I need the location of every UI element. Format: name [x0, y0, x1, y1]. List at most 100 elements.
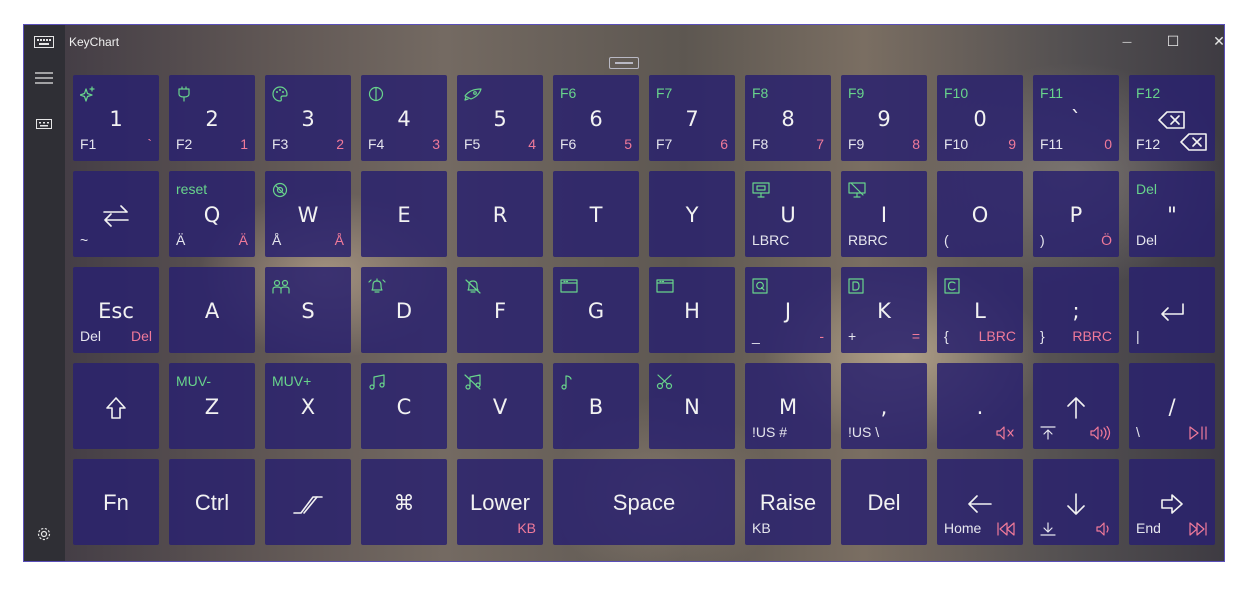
settings-gear-icon[interactable] [34, 525, 54, 543]
key-main-label: G [587, 299, 605, 323]
key-r5c12-arrow-right-icon[interactable]: End [1129, 459, 1215, 545]
key-r3c12-enter-icon[interactable]: | [1129, 267, 1215, 353]
key-r5c11-arrow-down-icon[interactable] [1033, 459, 1119, 545]
key-r1c7-7[interactable]: 7 F7 F7 6 [649, 75, 735, 161]
key-alt-label: - [819, 328, 824, 344]
key-r3c5-f[interactable]: F [457, 267, 543, 353]
key-main-label: 9 [877, 107, 891, 131]
key-bottom-label: F3 [272, 136, 289, 152]
key-r3c3-s[interactable]: S [265, 267, 351, 353]
key-r2c3-w[interactable]: WÅ Å [265, 171, 351, 257]
key-main-label: V [492, 395, 508, 419]
key-r2c7-y[interactable]: Y [649, 171, 735, 257]
key-r5c3-step-icon[interactable] [265, 459, 351, 545]
key-r2c6-t[interactable]: T [553, 171, 639, 257]
key-r4c2-z[interactable]: Z MUV- [169, 363, 255, 449]
key-r3c11-sym[interactable]: ;} RBRC [1033, 267, 1119, 353]
key-r4c12-sym[interactable]: / \ [1129, 363, 1215, 449]
key-r3c2-a[interactable]: A [169, 267, 255, 353]
key-r5c2-ctrl[interactable]: Ctrl [169, 459, 255, 545]
key-r1c1-1[interactable]: 1 F1 ` [73, 75, 159, 161]
key-r4c11-arrow-up-icon[interactable] [1033, 363, 1119, 449]
minimize-button[interactable]: — [1104, 25, 1150, 59]
keyboard-icon[interactable] [34, 35, 54, 49]
key-r3c10-l[interactable]: L {LBRC [937, 267, 1023, 353]
swap-arrows-icon [73, 203, 159, 227]
key-r2c11-p[interactable]: P) Ö [1033, 171, 1119, 257]
key-main-label: / [1168, 395, 1176, 419]
scissors-icon [656, 373, 674, 390]
key-r5c6-space[interactable]: Space [553, 459, 735, 545]
key-main-label: M [778, 395, 798, 419]
key-main-label: Space [612, 490, 676, 515]
key-r4c3-x[interactable]: X MUV+ [265, 363, 351, 449]
skip-forward-icon [1188, 520, 1208, 536]
key-r2c10-o[interactable]: O( [937, 171, 1023, 257]
close-button[interactable]: ✕ [1196, 25, 1224, 59]
key-r1c5-5[interactable]: 5 F5 4 [457, 75, 543, 161]
key-r1c2-2[interactable]: 2 F2 1 [169, 75, 255, 161]
key-r3c9-k[interactable]: K + = [841, 267, 927, 353]
palette-icon [272, 85, 288, 102]
key-r5c8-raise[interactable]: Raise KB [745, 459, 831, 545]
key-bottom-label: F2 [176, 136, 193, 152]
c-box-icon [944, 277, 960, 294]
key-r5c9-del[interactable]: Del [841, 459, 927, 545]
key-main-label: F [493, 299, 507, 323]
drag-handle-icon[interactable] [609, 57, 639, 69]
keyboard-small-icon[interactable] [34, 117, 54, 131]
monitor-off-icon [848, 181, 866, 198]
key-r3c1-esc[interactable]: Esc Del Del [73, 267, 159, 353]
key-r1c11-sym[interactable]: ` F11 F11 0 [1033, 75, 1119, 161]
key-alt-label: Ä [238, 232, 248, 248]
key-r1c4-4[interactable]: 4 F4 3 [361, 75, 447, 161]
key-r2c12-sym[interactable]: " Del Del [1129, 171, 1215, 257]
key-r1c12-backspace-icon[interactable]: F12 F12 [1129, 75, 1215, 161]
key-top-label: F6 [560, 85, 577, 101]
key-r4c5-v[interactable]: V [457, 363, 543, 449]
key-r2c8-u[interactable]: U LBRC [745, 171, 831, 257]
key-r2c2-q[interactable]: Qreset Ä Ä [169, 171, 255, 257]
key-r3c8-j[interactable]: J _ - [745, 267, 831, 353]
key-top-label: MUV+ [272, 373, 312, 389]
key-r5c1-fn[interactable]: Fn [73, 459, 159, 545]
key-r3c6-g[interactable]: G [553, 267, 639, 353]
key-main-label: R [492, 203, 508, 227]
key-r5c5-lower[interactable]: Lower KB [457, 459, 543, 545]
key-r5c10-arrow-left-icon[interactable]: Home [937, 459, 1023, 545]
maximize-button[interactable]: ☐ [1150, 25, 1196, 59]
key-r4c4-c[interactable]: C [361, 363, 447, 449]
key-r4c9-sym[interactable]: , !US \ [841, 363, 927, 449]
key-bottom-label: LBRC [752, 232, 790, 248]
key-alt-label: KB [517, 520, 536, 536]
key-r1c6-6[interactable]: 6 F6 F6 5 [553, 75, 639, 161]
key-r2c5-r[interactable]: R [457, 171, 543, 257]
rocket-icon [464, 85, 482, 101]
key-r4c1-shift-icon[interactable] [73, 363, 159, 449]
play-pause-icon [1188, 424, 1208, 440]
key-r1c9-9[interactable]: 9 F9 F9 8 [841, 75, 927, 161]
d-box-icon [848, 277, 864, 294]
key-r3c7-h[interactable]: H [649, 267, 735, 353]
key-top-label: F9 [848, 85, 865, 101]
key-r4c10-sym[interactable]: . [937, 363, 1023, 449]
key-r4c8-m[interactable]: M !US # [745, 363, 831, 449]
key-r4c6-b[interactable]: B [553, 363, 639, 449]
key-r1c3-3[interactable]: 3 F3 2 [265, 75, 351, 161]
key-r2c4-e[interactable]: E [361, 171, 447, 257]
key-main-label: L [974, 299, 986, 323]
key-r1c8-8[interactable]: 8 F8 F8 7 [745, 75, 831, 161]
key-top-label: MUV- [176, 373, 211, 389]
key-bottom-label: + [848, 328, 857, 344]
key-r5c4-sym[interactable]: ⌘ [361, 459, 447, 545]
key-r2c9-i[interactable]: I RBRC [841, 171, 927, 257]
key-r4c7-n[interactable]: N [649, 363, 735, 449]
key-bottom-label: !US \ [848, 424, 880, 440]
key-r2c1-swap-arrows-icon[interactable]: ~ [73, 171, 159, 257]
key-r1c10-0[interactable]: 0 F10 F10 9 [937, 75, 1023, 161]
key-main-label: S [301, 299, 315, 323]
key-bottom-label: _ [752, 328, 760, 344]
hamburger-menu-icon[interactable] [34, 71, 54, 85]
key-main-label: 3 [301, 107, 315, 131]
key-r3c4-d[interactable]: D [361, 267, 447, 353]
